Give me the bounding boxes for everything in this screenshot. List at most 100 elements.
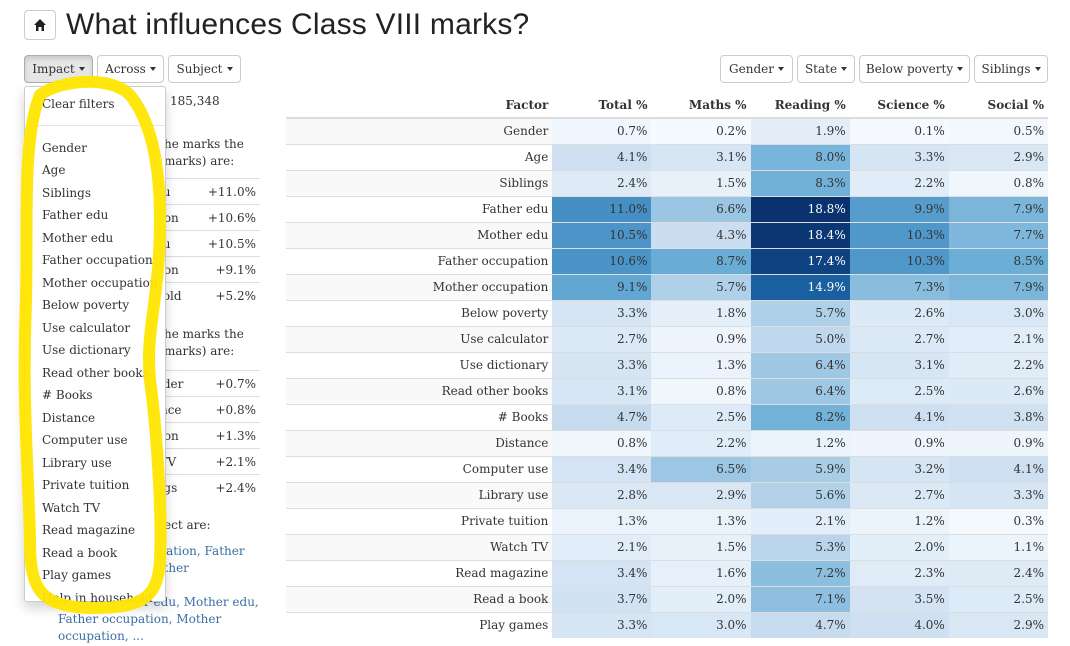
maths-cell: 4.3% — [651, 221, 751, 248]
clear-filters-item[interactable]: Clear filters — [25, 93, 165, 116]
factor-cell: Father edu — [286, 195, 553, 222]
factor-cell: Use dictionary — [286, 351, 553, 378]
reading-cell: 6.4% — [750, 351, 850, 378]
science-cell: 0.9% — [849, 429, 949, 456]
maths-cell: 8.7% — [651, 247, 751, 274]
gender-filter-button[interactable]: Gender — [720, 55, 793, 83]
factor-cell: Siblings — [286, 169, 553, 196]
maths-cell: 1.3% — [651, 507, 751, 534]
dropdown-item[interactable]: Mother occupation — [25, 272, 165, 295]
dropdown-item[interactable]: Use dictionary — [25, 339, 165, 362]
dropdown-item[interactable]: Siblings — [25, 182, 165, 205]
maths-cell: 6.6% — [651, 195, 751, 222]
state-label: State — [804, 62, 838, 76]
maths-cell: 1.5% — [651, 169, 751, 196]
science-cell: 10.3% — [849, 221, 949, 248]
factor-cell: Gender — [286, 117, 553, 144]
home-button[interactable] — [24, 10, 56, 40]
factor-value: +10.6% — [207, 211, 256, 225]
below-poverty-filter-button[interactable]: Below poverty — [859, 55, 970, 83]
caret-down-icon — [78, 67, 85, 71]
subject-link[interactable]: occupation, ... — [58, 629, 144, 643]
dropdown-item[interactable]: Help in household — [25, 587, 165, 610]
table-header-row: Factor Total % Maths % Reading % Science… — [286, 92, 1048, 119]
dropdown-item[interactable]: Father edu — [25, 204, 165, 227]
social-cell: 7.9% — [948, 273, 1048, 300]
subject-caption: ect are: — [164, 518, 211, 532]
factor-cell: Father occupation — [286, 247, 553, 274]
factor-value: +9.1% — [215, 263, 256, 277]
table-row: Siblings 2.4% 1.5% 8.3% 2.2% 0.8% — [286, 169, 1048, 196]
science-cell: 2.3% — [849, 559, 949, 586]
table-body: Gender 0.7% 0.2% 1.9% 0.1% 0.5% Age 4.1% 3.1% 8.0… — [286, 117, 1048, 638]
factor-cell: Watch TV — [286, 533, 553, 560]
dropdown-item[interactable]: Watch TV — [25, 497, 165, 520]
menu-divider — [25, 124, 165, 126]
subject-dropdown-button[interactable]: Subject — [168, 55, 241, 83]
dropdown-item[interactable]: Father occupation — [25, 249, 165, 272]
social-cell: 2.5% — [948, 585, 1048, 612]
dropdown-item[interactable]: Private tuition — [25, 474, 165, 497]
table-row: Read other books 3.1% 0.8% 6.4% 2.5% 2.6% — [286, 377, 1048, 404]
dropdown-item[interactable]: Read other books — [25, 362, 165, 385]
total-cell: 11.0% — [552, 195, 652, 222]
factor-cell: Library use — [286, 481, 553, 508]
dropdown-item[interactable]: Library use — [25, 452, 165, 475]
maths-cell: 2.0% — [651, 585, 751, 612]
science-cell: 2.7% — [849, 325, 949, 352]
header-total[interactable]: Total % — [552, 92, 652, 119]
factor-cell: Age — [286, 143, 553, 170]
dropdown-item[interactable]: Computer use — [25, 429, 165, 452]
header-science[interactable]: Science % — [849, 92, 949, 119]
dropdown-item[interactable]: Read magazine — [25, 519, 165, 542]
across-dropdown-button[interactable]: Across — [97, 55, 164, 83]
impact-dropdown-button[interactable]: Impact — [24, 55, 93, 83]
reading-cell: 14.9% — [750, 273, 850, 300]
table-row: Read a book 3.7% 2.0% 7.1% 3.5% 2.5% — [286, 585, 1048, 612]
impact-dropdown-menu: Clear filters Gender Age Siblings Father ed… — [24, 86, 166, 605]
header-reading[interactable]: Reading % — [750, 92, 850, 119]
bottom-factors-caption: he marks the marks) are: — [164, 327, 244, 358]
maths-cell: 2.9% — [651, 481, 751, 508]
social-cell: 3.3% — [948, 481, 1048, 508]
dropdown-item[interactable]: Age — [25, 159, 165, 182]
dropdown-item[interactable]: Use calculator — [25, 317, 165, 340]
factor-value: +1.3% — [215, 429, 256, 443]
maths-cell: 0.9% — [651, 325, 751, 352]
total-cell: 3.3% — [552, 611, 652, 638]
social-cell: 0.9% — [948, 429, 1048, 456]
science-cell: 3.1% — [849, 351, 949, 378]
reading-cell: 1.9% — [750, 117, 850, 144]
dropdown-item-list: Gender Age Siblings Father edu Mother edu Fat… — [25, 137, 165, 610]
dropdown-item[interactable]: Read a book — [25, 542, 165, 565]
social-cell: 2.4% — [948, 559, 1048, 586]
dropdown-item[interactable]: Distance — [25, 407, 165, 430]
siblings-filter-button[interactable]: Siblings — [974, 55, 1048, 83]
science-cell: 10.3% — [849, 247, 949, 274]
dropdown-item[interactable]: Gender — [25, 137, 165, 160]
total-cell: 3.7% — [552, 585, 652, 612]
gender-label: Gender — [729, 62, 774, 76]
across-label: Across — [105, 62, 146, 76]
header-maths[interactable]: Maths % — [651, 92, 751, 119]
total-cell: 3.3% — [552, 299, 652, 326]
dropdown-item[interactable]: Below poverty — [25, 294, 165, 317]
below-poverty-label: Below poverty — [865, 62, 954, 76]
science-cell: 2.5% — [849, 377, 949, 404]
social-cell: 0.5% — [948, 117, 1048, 144]
total-cell: 3.4% — [552, 455, 652, 482]
total-cell: 1.3% — [552, 507, 652, 534]
dropdown-item[interactable]: # Books — [25, 384, 165, 407]
header-social[interactable]: Social % — [948, 92, 1048, 119]
dropdown-item[interactable]: Play games — [25, 564, 165, 587]
header-factor[interactable]: Factor — [286, 92, 553, 119]
maths-cell: 3.1% — [651, 143, 751, 170]
social-cell: 2.6% — [948, 377, 1048, 404]
dropdown-item[interactable]: Mother edu — [25, 227, 165, 250]
subject-link[interactable]: Father occupation, Mother — [58, 612, 221, 626]
total-cell: 2.4% — [552, 169, 652, 196]
reading-cell: 5.7% — [750, 299, 850, 326]
science-cell: 9.9% — [849, 195, 949, 222]
state-filter-button[interactable]: State — [797, 55, 855, 83]
subject-label: Subject — [176, 62, 223, 76]
